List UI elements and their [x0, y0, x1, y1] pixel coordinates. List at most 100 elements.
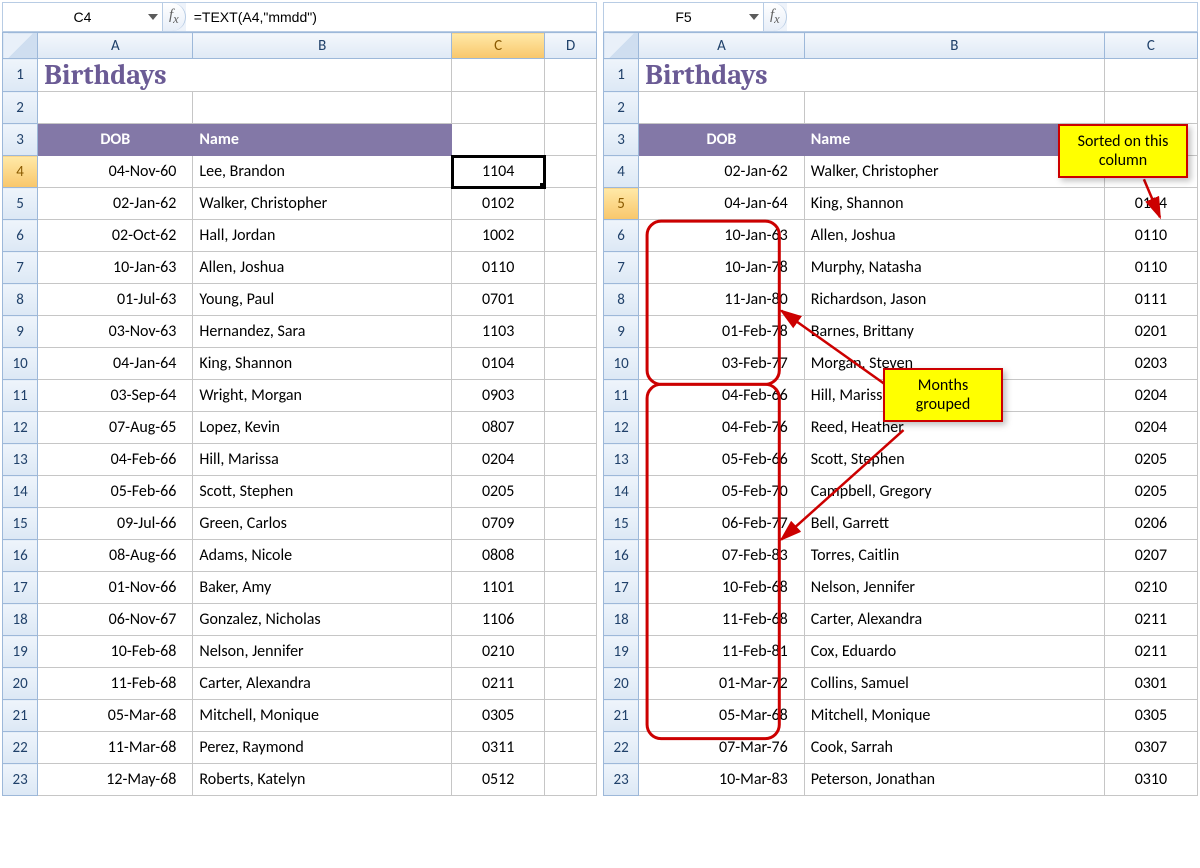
cell-empty[interactable] — [545, 252, 597, 284]
formula-input[interactable]: =TEXT(A4,"mmdd") — [186, 3, 596, 31]
cell-name[interactable]: Nelson, Jennifer — [193, 636, 452, 668]
cell-name[interactable]: Wright, Morgan — [193, 380, 452, 412]
cell-name[interactable]: Hill, Marissa — [193, 444, 452, 476]
col-header-B[interactable]: B — [193, 33, 452, 59]
cell-name[interactable]: Lopez, Kevin — [193, 412, 452, 444]
cell-code[interactable]: 0709 — [452, 508, 545, 540]
cell-code[interactable]: 0207 — [1104, 540, 1197, 572]
cell-code[interactable]: 0204 — [1104, 380, 1197, 412]
row-header[interactable]: 10 — [604, 348, 639, 380]
row-header[interactable]: 7 — [604, 252, 639, 284]
cell-code[interactable]: 0104 — [1104, 188, 1197, 220]
cell-code[interactable]: 0210 — [1104, 572, 1197, 604]
cell-code[interactable]: 1101 — [452, 572, 545, 604]
cell-empty[interactable] — [545, 604, 597, 636]
cell-dob[interactable]: 02-Jan-62 — [38, 188, 193, 220]
name-box[interactable]: F5 — [604, 3, 764, 31]
cell-dob[interactable]: 05-Mar-68 — [38, 700, 193, 732]
header-dob[interactable]: DOB — [639, 124, 805, 156]
cell-empty[interactable] — [545, 540, 597, 572]
row-header[interactable]: 4 — [604, 156, 639, 188]
formula-input[interactable] — [787, 3, 1197, 31]
cell-name[interactable]: King, Shannon — [804, 188, 1104, 220]
cell-empty[interactable] — [545, 316, 597, 348]
cell-code[interactable]: 0110 — [452, 252, 545, 284]
cell-dob[interactable]: 10-Feb-68 — [38, 636, 193, 668]
cell-code[interactable]: 0111 — [1104, 284, 1197, 316]
row-header[interactable]: 4 — [3, 156, 38, 188]
cell-name[interactable]: Cook, Sarrah — [804, 732, 1104, 764]
col-header-D[interactable]: D — [545, 33, 597, 59]
dropdown-icon[interactable] — [148, 14, 158, 20]
cell-name[interactable]: Murphy, Natasha — [804, 252, 1104, 284]
cell-dob[interactable]: 11-Mar-68 — [38, 732, 193, 764]
cell-name[interactable]: Mitchell, Monique — [804, 700, 1104, 732]
cell-dob[interactable]: 04-Jan-64 — [38, 348, 193, 380]
cell-code[interactable]: 0201 — [1104, 316, 1197, 348]
cell-empty[interactable] — [545, 764, 597, 796]
cell-code[interactable]: 0110 — [1104, 220, 1197, 252]
cell-dob[interactable]: 10-Mar-83 — [639, 764, 805, 796]
cell-dob[interactable]: 05-Feb-66 — [38, 476, 193, 508]
cell-code[interactable]: 1106 — [452, 604, 545, 636]
cell-empty[interactable] — [545, 508, 597, 540]
cell-dob[interactable]: 10-Jan-63 — [639, 220, 805, 252]
row-header[interactable]: 17 — [604, 572, 639, 604]
row-header[interactable]: 6 — [604, 220, 639, 252]
header-dob[interactable]: DOB — [38, 124, 193, 156]
cell-name[interactable]: Baker, Amy — [193, 572, 452, 604]
col-header-A[interactable]: A — [38, 33, 193, 59]
cell-name[interactable]: Nelson, Jennifer — [804, 572, 1104, 604]
cell-code[interactable]: 0307 — [1104, 732, 1197, 764]
row-header[interactable]: 2 — [3, 92, 38, 124]
cell-empty[interactable] — [545, 156, 597, 188]
cell-dob[interactable]: 04-Nov-60 — [38, 156, 193, 188]
cell-dob[interactable]: 07-Mar-76 — [639, 732, 805, 764]
grid-right[interactable]: A B C 1 Birthdays 2 3 DOB Name 402-Jan-6… — [603, 32, 1198, 866]
cell-dob[interactable]: 12-May-68 — [38, 764, 193, 796]
cell-name[interactable]: Cox, Eduardo — [804, 636, 1104, 668]
row-header[interactable]: 12 — [3, 412, 38, 444]
row-header[interactable]: 8 — [604, 284, 639, 316]
cell-dob[interactable]: 01-Feb-78 — [639, 316, 805, 348]
cell-code[interactable]: 0311 — [452, 732, 545, 764]
cell-name[interactable]: Scott, Stephen — [193, 476, 452, 508]
row-header[interactable]: 19 — [604, 636, 639, 668]
cell-dob[interactable]: 05-Feb-70 — [639, 476, 805, 508]
row-header[interactable]: 3 — [604, 124, 639, 156]
col-header-B[interactable]: B — [804, 33, 1104, 59]
cell-empty[interactable] — [545, 444, 597, 476]
row-header[interactable]: 1 — [3, 59, 38, 92]
cell-name[interactable]: Hall, Jordan — [193, 220, 452, 252]
row-header[interactable]: 19 — [3, 636, 38, 668]
row-header[interactable]: 11 — [604, 380, 639, 412]
cell-dob[interactable]: 11-Feb-68 — [38, 668, 193, 700]
row-header[interactable]: 7 — [3, 252, 38, 284]
cell-empty[interactable] — [545, 476, 597, 508]
row-header[interactable]: 20 — [604, 668, 639, 700]
cell-dob[interactable]: 04-Feb-76 — [639, 412, 805, 444]
cell-code[interactable]: 1104 — [452, 156, 545, 188]
row-header[interactable]: 2 — [604, 92, 639, 124]
cell-name[interactable]: Carter, Alexandra — [193, 668, 452, 700]
cell-dob[interactable]: 02-Jan-62 — [639, 156, 805, 188]
cell-name[interactable]: Gonzalez, Nicholas — [193, 604, 452, 636]
cell-dob[interactable]: 10-Feb-68 — [639, 572, 805, 604]
row-header[interactable]: 22 — [604, 732, 639, 764]
select-all-corner[interactable] — [604, 33, 639, 59]
fx-button[interactable]: fx — [764, 3, 787, 31]
cell-dob[interactable]: 07-Feb-83 — [639, 540, 805, 572]
cell-code[interactable]: 0211 — [452, 668, 545, 700]
row-header[interactable]: 14 — [604, 476, 639, 508]
row-header[interactable]: 12 — [604, 412, 639, 444]
cell-name[interactable]: Walker, Christopher — [193, 188, 452, 220]
row-header[interactable]: 5 — [604, 188, 639, 220]
cell-code[interactable]: 0203 — [1104, 348, 1197, 380]
cell-empty[interactable] — [545, 220, 597, 252]
cell-code[interactable]: 0211 — [1104, 604, 1197, 636]
cell-code[interactable]: 0204 — [452, 444, 545, 476]
cell-empty[interactable] — [545, 284, 597, 316]
cell-dob[interactable]: 11-Jan-80 — [639, 284, 805, 316]
cell-name[interactable]: Richardson, Jason — [804, 284, 1104, 316]
cell-name[interactable]: Lee, Brandon — [193, 156, 452, 188]
